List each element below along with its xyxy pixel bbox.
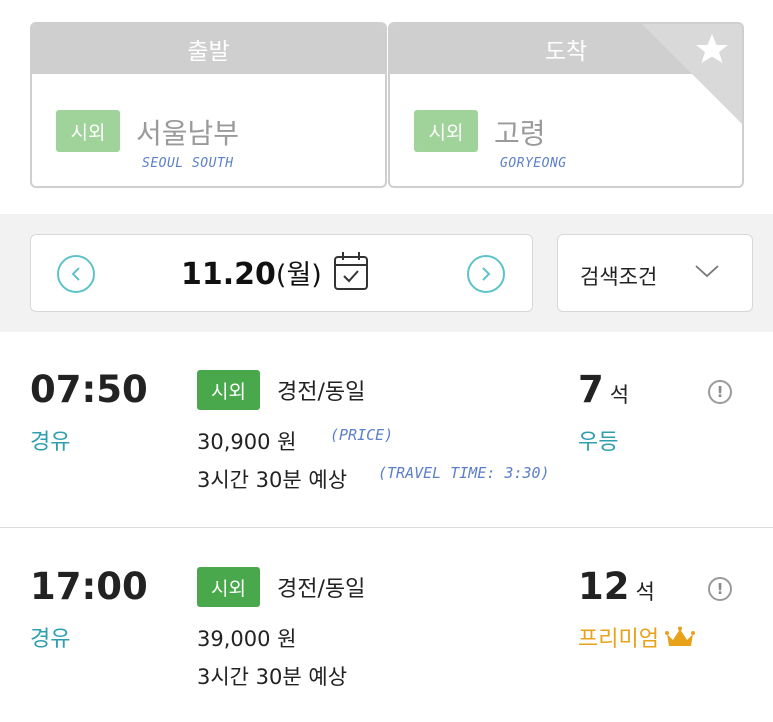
seat-count: 7 bbox=[578, 368, 604, 411]
travel-duration: 3시간 30분 예상 bbox=[197, 468, 348, 492]
next-date-button[interactable] bbox=[467, 255, 505, 293]
filter-label: 검색조건 bbox=[580, 265, 658, 289]
bus-grade-premium: 프리미엄 bbox=[578, 621, 695, 653]
grade-label: 프리미엄 bbox=[578, 627, 659, 652]
search-filter-dropdown[interactable]: 검색조건 bbox=[557, 234, 753, 312]
date-filter-bar: 11.20(월) 검색조건 bbox=[0, 214, 773, 332]
arrival-type-badge: 시외 bbox=[414, 110, 478, 152]
seat-count: 12 bbox=[578, 565, 630, 608]
bus-company: 경전/동일 bbox=[277, 380, 366, 405]
bus-type-badge: 시외 bbox=[197, 567, 260, 607]
remaining-seats: 12 석 bbox=[578, 565, 655, 608]
crown-icon bbox=[664, 626, 695, 646]
arrival-terminal: 고령 bbox=[494, 117, 546, 150]
bus-grade: 우등 bbox=[578, 430, 619, 455]
fare: 39,000 원 bbox=[197, 627, 297, 651]
schedule-row[interactable]: 07:50 경유 시외 경전/동일 30,900 원 (PRICE) 3시간 3… bbox=[0, 332, 773, 528]
info-icon[interactable]: ! bbox=[708, 380, 732, 404]
departure-handwritten-note: SEOUL SOUTH bbox=[142, 156, 234, 171]
prev-date-button[interactable] bbox=[57, 255, 95, 293]
route-selector: 출발 시외 서울남부 SEOUL SOUTH 도착 시외 고령 GORYEONG bbox=[0, 0, 773, 214]
departure-terminal: 서울남부 bbox=[136, 117, 240, 150]
departure-time: 07:50 bbox=[30, 368, 148, 411]
bus-company: 경전/동일 bbox=[277, 577, 366, 602]
chevron-left-icon bbox=[71, 267, 80, 281]
chevron-right-icon bbox=[482, 267, 491, 281]
departure-time: 17:00 bbox=[30, 565, 148, 608]
departure-type-badge: 시외 bbox=[56, 110, 120, 152]
calendar-icon[interactable] bbox=[333, 251, 369, 291]
date-value: 11.20 bbox=[181, 257, 276, 292]
fare: 30,900 원 bbox=[197, 430, 297, 454]
via-label: 경유 bbox=[30, 627, 71, 652]
selected-date[interactable]: 11.20(월) bbox=[181, 253, 322, 292]
arrival-handwritten-note: GORYEONG bbox=[500, 156, 567, 171]
date-selector: 11.20(월) bbox=[30, 234, 533, 312]
chevron-down-icon bbox=[695, 265, 719, 278]
star-icon[interactable] bbox=[642, 24, 742, 124]
weekday: (월) bbox=[275, 260, 322, 291]
seat-unit: 석 bbox=[635, 580, 655, 604]
arrival-card[interactable]: 도착 시외 고령 GORYEONG bbox=[388, 22, 744, 188]
departure-header: 출발 bbox=[32, 24, 385, 74]
price-handwritten-note: (PRICE) bbox=[330, 426, 394, 444]
via-label: 경유 bbox=[30, 430, 71, 455]
seat-unit: 석 bbox=[609, 383, 630, 407]
duration-handwritten-note: (TRAVEL TIME: 3:30) bbox=[378, 464, 550, 482]
remaining-seats: 7석 bbox=[578, 368, 629, 411]
info-icon[interactable]: ! bbox=[708, 577, 732, 601]
departure-card[interactable]: 출발 시외 서울남부 SEOUL SOUTH bbox=[30, 22, 387, 188]
travel-duration: 3시간 30분 예상 bbox=[197, 665, 348, 689]
schedule-row[interactable]: 17:00 경유 시외 경전/동일 39,000 원 3시간 30분 예상 12… bbox=[0, 529, 773, 722]
bus-type-badge: 시외 bbox=[197, 370, 260, 410]
